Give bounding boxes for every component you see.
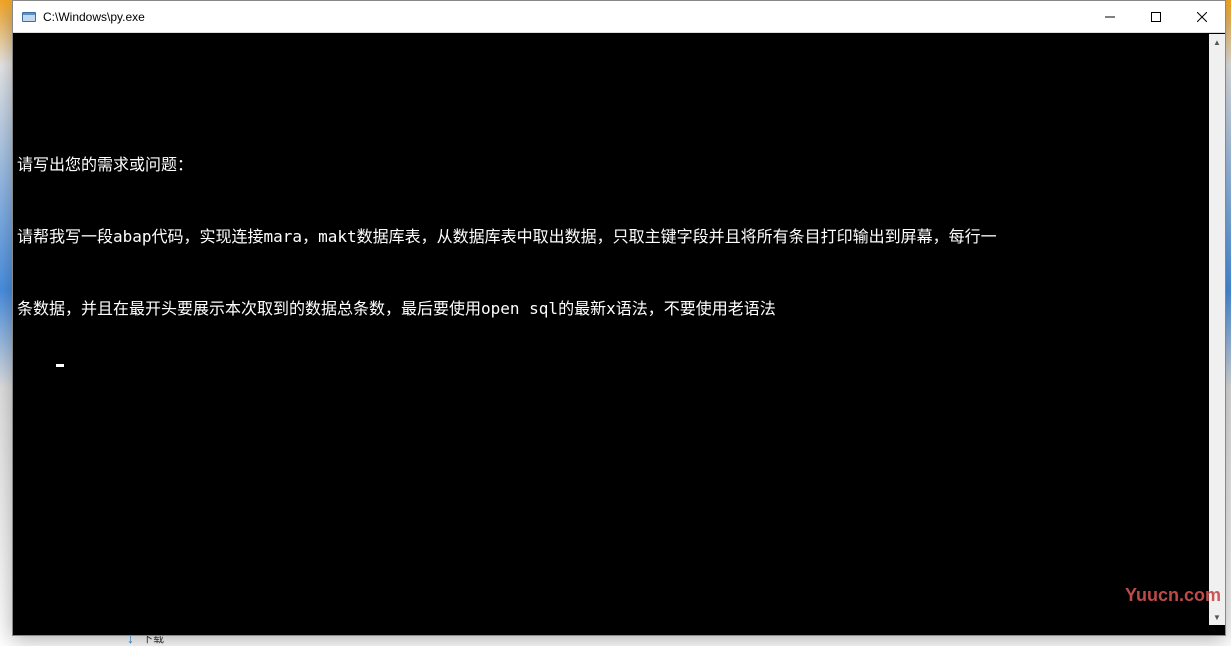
console-input-line-2: 条数据，并且在最开头要展示本次取到的数据总条数，最后要使用open sql的最新… [17, 297, 1221, 321]
close-button[interactable] [1179, 1, 1225, 32]
console-window: C:\Windows\py.exe 请写出您的需求或问题： 请帮我写一段abap… [12, 0, 1226, 636]
window-controls [1087, 1, 1225, 32]
window-title: C:\Windows\py.exe [43, 10, 1087, 24]
app-icon [21, 9, 37, 25]
scroll-up-arrow-icon[interactable]: ▲ [1209, 34, 1225, 50]
console-output[interactable]: 请写出您的需求或问题： 请帮我写一段abap代码，实现连接mara，makt数据… [13, 33, 1225, 635]
scrollbar-track[interactable] [1209, 50, 1225, 609]
minimize-button[interactable] [1087, 1, 1133, 32]
maximize-button[interactable] [1133, 1, 1179, 32]
vertical-scrollbar[interactable]: ▲ ▼ [1209, 34, 1225, 625]
titlebar[interactable]: C:\Windows\py.exe [13, 1, 1225, 33]
text-cursor [56, 364, 64, 367]
scroll-down-arrow-icon[interactable]: ▼ [1209, 609, 1225, 625]
console-prompt-line: 请写出您的需求或问题： [17, 153, 1221, 177]
console-input-line-1: 请帮我写一段abap代码，实现连接mara，makt数据库表，从数据库表中取出数… [17, 225, 1221, 249]
